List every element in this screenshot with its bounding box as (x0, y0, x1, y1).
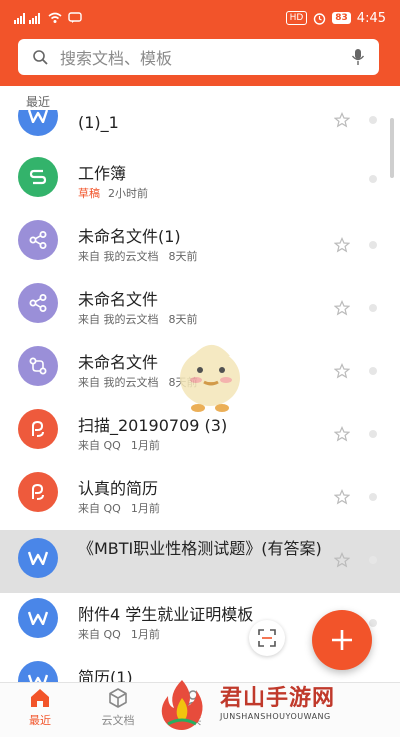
scan-icon (258, 629, 276, 647)
list-item-selected[interactable]: 《MBTI职业性格测试题》(有答案) (0, 530, 400, 593)
tab-label: 云文档 (101, 714, 135, 727)
more-dot[interactable] (369, 619, 377, 627)
tab-recent[interactable]: 最近 (10, 687, 70, 728)
file-time: 8天前 (168, 313, 198, 326)
file-title: 简历(1) (78, 668, 133, 682)
home-icon (31, 689, 49, 707)
file-source: 来自 QQ (78, 439, 121, 452)
share-node-icon (18, 220, 58, 260)
file-title: 附件4 学生就业证明模板 (78, 605, 254, 624)
word-doc-icon (18, 598, 58, 638)
plus-icon (332, 630, 352, 650)
pdf-icon (18, 409, 58, 449)
scrollbar[interactable] (390, 118, 394, 178)
word-doc-icon (18, 661, 58, 682)
hd-badge: HD (285, 11, 308, 25)
more-dot[interactable] (369, 175, 377, 183)
file-source: 来自 我的云文档 (78, 250, 159, 263)
file-title: 认真的简历 (78, 479, 159, 498)
star-icon[interactable] (334, 552, 350, 568)
signal-icon (14, 13, 40, 24)
file-time: 1月前 (130, 439, 160, 452)
star-icon[interactable] (334, 300, 350, 316)
new-document-button[interactable] (312, 610, 372, 670)
file-source: 来自 我的云文档 (78, 313, 159, 326)
tab-label: 最近 (29, 714, 51, 727)
star-icon[interactable] (334, 237, 350, 253)
more-dot[interactable] (369, 116, 377, 124)
file-title: 未命名文件(1) (78, 227, 181, 246)
file-meta: 来自 QQ 1月前 (78, 500, 160, 516)
file-title: 未命名文件 (78, 353, 159, 372)
star-icon[interactable] (334, 363, 350, 379)
file-source: 来自 QQ (78, 502, 121, 515)
star-icon[interactable] (334, 489, 350, 505)
file-time: 2小时前 (108, 187, 148, 200)
file-title: 《MBTI职业性格测试题》(有答案) (78, 539, 322, 558)
file-time: 1月前 (130, 628, 160, 641)
tab-cloud-docs[interactable]: 云文档 (88, 687, 148, 728)
message-icon (68, 12, 82, 23)
cube-icon (109, 688, 127, 708)
list-item[interactable]: 工作簿 草稿 2小时前 (0, 152, 400, 215)
file-meta: 来自 我的云文档 8天前 (78, 248, 198, 264)
site-watermark: 君山手游网 JUNSHANSHOUYOUWANG (150, 674, 395, 734)
file-title: (1)_1 (78, 113, 119, 132)
status-bar: HD 83 4:45 (0, 0, 400, 36)
scan-button[interactable] (249, 620, 285, 656)
pdf-icon (18, 472, 58, 512)
word-doc-icon (18, 538, 58, 578)
file-time: 8天前 (168, 250, 198, 263)
more-dot[interactable] (369, 493, 377, 501)
more-dot[interactable] (369, 367, 377, 375)
file-source: 来自 我的云文档 (78, 376, 159, 389)
list-item[interactable]: 认真的简历 来自 QQ 1月前 (0, 467, 400, 530)
mascot-sticker (180, 344, 240, 412)
search-input[interactable]: 搜索文档、模板 (18, 39, 379, 75)
draft-badge: 草稿 (78, 187, 100, 200)
clock: 4:45 (356, 10, 386, 26)
sheet-icon (18, 157, 58, 197)
star-icon[interactable] (334, 426, 350, 442)
word-doc-icon (18, 110, 58, 136)
search-placeholder: 搜索文档、模板 (60, 49, 173, 68)
more-dot[interactable] (369, 556, 377, 564)
list-item[interactable]: (1)_1 (0, 110, 400, 153)
file-title: 工作簿 (78, 164, 127, 183)
file-meta: 草稿 2小时前 (78, 185, 148, 201)
file-title: 扫描_20190709 (3) (78, 416, 228, 435)
file-meta: 来自 QQ 1月前 (78, 437, 160, 453)
star-icon[interactable] (334, 112, 350, 128)
list-item[interactable]: 未命名文件(1) 来自 我的云文档 8天前 (0, 215, 400, 278)
file-meta: 来自 我的云文档 8天前 (78, 311, 198, 327)
file-time: 1月前 (130, 502, 160, 515)
microphone-icon[interactable] (351, 48, 365, 66)
wifi-icon (48, 12, 62, 23)
file-source: 来自 QQ (78, 628, 121, 641)
battery-level: 83 (332, 12, 351, 24)
alarm-icon (314, 12, 326, 25)
share-node-icon (18, 283, 58, 323)
header: 搜索文档、模板 (0, 36, 400, 86)
watermark-subtitle: JUNSHANSHOUYOUWANG (220, 712, 331, 721)
file-meta: 来自 QQ 1月前 (78, 626, 160, 642)
more-dot[interactable] (369, 304, 377, 312)
file-title: 未命名文件 (78, 290, 159, 309)
recent-section-label: 最近 (26, 95, 51, 109)
more-dot[interactable] (369, 430, 377, 438)
watermark-title: 君山手游网 (220, 686, 336, 711)
search-icon (33, 50, 48, 65)
flowchart-icon (18, 346, 58, 386)
more-dot[interactable] (369, 241, 377, 249)
flame-logo-icon (161, 680, 203, 730)
